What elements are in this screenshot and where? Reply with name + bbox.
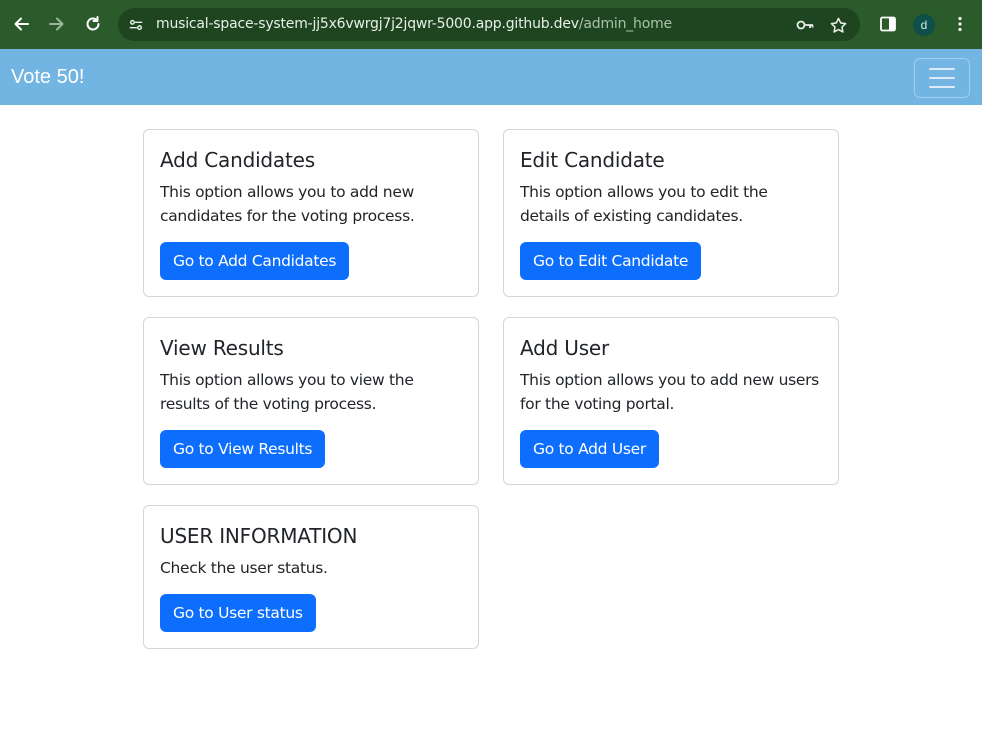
reload-icon[interactable] — [81, 12, 105, 36]
url-path: /admin_home — [578, 16, 672, 32]
card-title: USER INFORMATION — [160, 524, 358, 548]
more-icon[interactable] — [948, 12, 972, 36]
forward-icon[interactable] — [45, 12, 69, 36]
card-text: Check the user status. — [160, 559, 328, 577]
hamburger-icon — [929, 86, 955, 88]
app-navbar: Vote 50! — [0, 49, 982, 105]
card-text: This option allows you to add new users … — [520, 371, 819, 413]
side-panel-icon[interactable] — [876, 12, 900, 36]
browser-toolbar: musical-space-system-jj5x6vwrgj7j2jqwr-5… — [0, 0, 982, 49]
url-text[interactable]: musical-space-system-jj5x6vwrgj7j2jqwr-5… — [156, 16, 672, 33]
profile-avatar[interactable]: d — [913, 14, 935, 36]
card-add-candidates: Add Candidates This option allows you to… — [143, 129, 479, 297]
hamburger-icon — [929, 77, 955, 79]
back-icon[interactable] — [9, 12, 33, 36]
star-icon[interactable] — [828, 15, 848, 35]
add-user-button[interactable]: Go to Add User — [520, 430, 659, 468]
hamburger-icon — [929, 68, 955, 70]
address-bar[interactable]: musical-space-system-jj5x6vwrgj7j2jqwr-5… — [118, 8, 860, 41]
user-status-button[interactable]: Go to User status — [160, 594, 316, 632]
card-text: This option allows you to view the resul… — [160, 371, 414, 413]
url-host: musical-space-system-jj5x6vwrgj7j2jqwr-5… — [156, 16, 579, 32]
card-title: View Results — [160, 336, 284, 360]
add-candidates-button[interactable]: Go to Add Candidates — [160, 242, 350, 280]
card-text: This option allows you to add new candid… — [160, 183, 415, 225]
card-view-results: View Results This option allows you to v… — [143, 317, 479, 485]
view-results-button[interactable]: Go to View Results — [160, 430, 326, 468]
navbar-toggler-button[interactable] — [914, 58, 970, 98]
brand-link[interactable]: Vote 50! — [11, 65, 84, 89]
site-info-icon[interactable] — [126, 15, 146, 35]
card-title: Add Candidates — [160, 148, 315, 172]
card-title: Add User — [520, 336, 610, 360]
card-edit-candidate: Edit Candidate This option allows you to… — [503, 129, 839, 297]
card-user-information: USER INFORMATION Check the user status. … — [143, 505, 479, 649]
card-title: Edit Candidate — [520, 148, 665, 172]
edit-candidate-button[interactable]: Go to Edit Candidate — [520, 242, 702, 280]
card-text: This option allows you to edit the detai… — [520, 183, 768, 225]
card-add-user: Add User This option allows you to add n… — [503, 317, 839, 485]
key-icon[interactable] — [795, 15, 815, 35]
